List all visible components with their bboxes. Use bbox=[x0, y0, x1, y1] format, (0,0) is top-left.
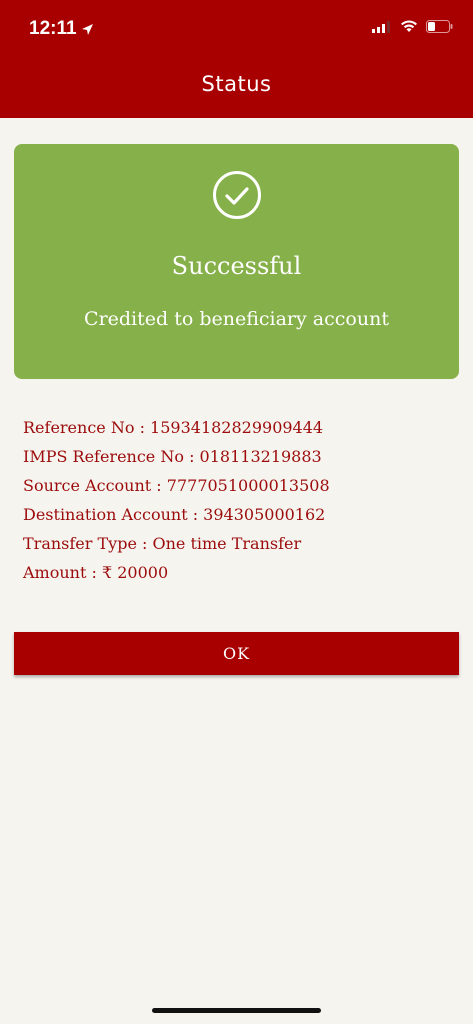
success-card: Successful Credited to beneficiary accou… bbox=[14, 144, 459, 379]
clock-text: 12:11 bbox=[29, 18, 77, 39]
ok-button[interactable]: OK bbox=[14, 632, 459, 675]
detail-amount: Amount : ₹ 20000 bbox=[23, 563, 169, 582]
detail-source-account: Source Account : 7777051000013508 bbox=[23, 476, 330, 495]
home-indicator[interactable] bbox=[152, 1008, 321, 1013]
detail-imps-reference-no: IMPS Reference No : 018113219883 bbox=[23, 447, 322, 466]
app-header: 12:11 Status bbox=[0, 0, 473, 118]
detail-reference-no: Reference No : 15934182829909444 bbox=[23, 418, 324, 437]
check-circle-icon bbox=[213, 171, 261, 219]
page-title: Status bbox=[201, 72, 272, 96]
success-title: Successful bbox=[171, 252, 302, 280]
status-bar-icons bbox=[372, 20, 453, 33]
battery-icon bbox=[426, 20, 453, 33]
status-bar-time: 12:11 bbox=[29, 18, 94, 40]
location-arrow-icon bbox=[81, 23, 93, 35]
detail-destination-account: Destination Account : 394305000162 bbox=[23, 505, 326, 524]
cellular-signal-icon bbox=[372, 20, 390, 33]
success-subtitle: Credited to beneficiary account bbox=[84, 308, 389, 330]
wifi-icon bbox=[401, 20, 417, 32]
transaction-details: Reference No : 15934182829909444 IMPS Re… bbox=[23, 417, 330, 591]
detail-transfer-type: Transfer Type : One time Transfer bbox=[23, 534, 302, 553]
